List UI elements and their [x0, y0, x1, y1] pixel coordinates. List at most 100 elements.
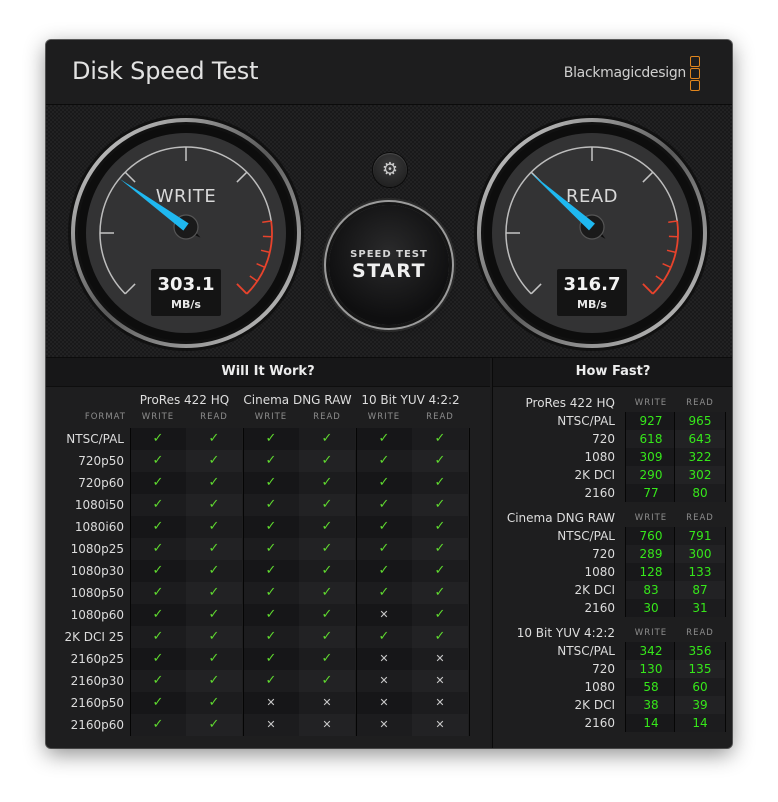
how-fast-section: Cinema DNG RAW WRITE READ NTSC/PAL 760 791 720…: [493, 509, 732, 617]
write-speed-cell: 290: [626, 466, 676, 484]
write-speed-cell: 342: [626, 642, 676, 660]
app-title: Disk Speed Test: [72, 57, 259, 85]
table-row: 1080p50 ✓ ✓ ✓ ✓ ✓ ✓: [46, 582, 490, 604]
table-row: 720p60 ✓ ✓ ✓ ✓ ✓ ✓: [46, 472, 490, 494]
write-speed-cell: 58: [626, 678, 676, 696]
read-speed-cell: 60: [675, 678, 725, 696]
checkmark-icon: ✓: [299, 450, 355, 472]
write-speed-cell: 618: [626, 430, 676, 448]
checkmark-icon: ✓: [243, 626, 299, 648]
format-label: 1080p50: [70, 586, 124, 600]
read-speed-cell: 302: [675, 466, 725, 484]
checkmark-icon: ✓: [299, 670, 355, 692]
codec-label: 10 Bit YUV 4:2:2: [516, 626, 615, 640]
table-row: 1080 58 60: [493, 678, 732, 696]
column-divider: [725, 642, 726, 732]
write-speed-cell: 128: [626, 563, 676, 581]
column-divider: [674, 527, 675, 617]
checkmark-icon: ✓: [130, 604, 186, 626]
read-speed-cell: 300: [675, 545, 725, 563]
column-header-write: WRITE: [367, 412, 401, 422]
will-it-work-panel: Will It Work? ProRes 422 HQ Cinema DNG R…: [46, 358, 490, 748]
read-speed-cell: 87: [675, 581, 725, 599]
table-row: NTSC/PAL ✓ ✓ ✓ ✓ ✓ ✓: [46, 428, 490, 450]
format-label: 2160p60: [70, 718, 124, 732]
table-row: 2160 14 14: [493, 714, 732, 732]
checkmark-icon: ✓: [130, 472, 186, 494]
start-button-caption: SPEED TEST: [350, 249, 428, 260]
settings-button[interactable]: ⚙: [373, 153, 407, 187]
checkmark-icon: ✓: [243, 648, 299, 670]
format-label: 1080p30: [70, 564, 124, 578]
how-fast-section: ProRes 422 HQ WRITE READ NTSC/PAL 927 965 720 6…: [493, 394, 732, 502]
write-speed-cell: 309: [626, 448, 676, 466]
read-speed-cell: 133: [675, 563, 725, 581]
checkmark-icon: ✓: [186, 670, 242, 692]
cross-icon: ✕: [412, 714, 468, 736]
checkmark-icon: ✓: [356, 538, 412, 560]
checkmark-icon: ✓: [356, 428, 412, 450]
checkmark-icon: ✓: [412, 604, 468, 626]
checkmark-icon: ✓: [299, 428, 355, 450]
read-speed-cell: 39: [675, 696, 725, 714]
section-header: Cinema DNG RAW WRITE READ: [493, 509, 732, 527]
write-speed-unit: MB/s: [171, 298, 201, 311]
read-speed-cell: 14: [675, 714, 725, 732]
format-label: NTSC/PAL: [557, 414, 615, 428]
checkmark-icon: ✓: [186, 472, 242, 494]
table-row: 720 130 135: [493, 660, 732, 678]
table-row: NTSC/PAL 342 356: [493, 642, 732, 660]
write-gauge-dial: [68, 115, 304, 351]
checkmark-icon: ✓: [412, 494, 468, 516]
read-speed-value: 316.7: [563, 274, 621, 295]
checkmark-icon: ✓: [299, 494, 355, 516]
format-label: 2160: [584, 601, 615, 615]
format-label: 2K DCI: [574, 698, 615, 712]
checkmark-icon: ✓: [356, 494, 412, 516]
checkmark-icon: ✓: [186, 582, 242, 604]
checkmark-icon: ✓: [299, 538, 355, 560]
cross-icon: ✕: [412, 670, 468, 692]
table-row: 2K DCI 38 39: [493, 696, 732, 714]
column-divider: [674, 412, 675, 502]
format-label: 720p60: [78, 476, 124, 490]
codec-header: Cinema DNG RAW: [243, 393, 352, 407]
checkmark-icon: ✓: [243, 516, 299, 538]
write-speed-readout: 303.1 MB/s: [151, 269, 221, 316]
checkmark-icon: ✓: [243, 582, 299, 604]
table-row: 1080 128 133: [493, 563, 732, 581]
checkmark-icon: ✓: [130, 538, 186, 560]
gauge-area: WRITE 303.1 MB/s ⚙ SPEED TEST START READ…: [46, 105, 732, 358]
column-divider: [243, 428, 244, 736]
read-speed-readout: 316.7 MB/s: [557, 269, 627, 316]
checkmark-icon: ✓: [412, 428, 468, 450]
checkmark-icon: ✓: [412, 450, 468, 472]
write-speed-cell: 83: [626, 581, 676, 599]
table-row: 1080p30 ✓ ✓ ✓ ✓ ✓ ✓: [46, 560, 490, 582]
checkmark-icon: ✓: [356, 472, 412, 494]
column-header-read: READ: [686, 398, 714, 408]
format-label: 720p50: [78, 454, 124, 468]
format-label: 2K DCI: [574, 583, 615, 597]
gear-icon: ⚙: [381, 159, 399, 180]
checkmark-icon: ✓: [299, 626, 355, 648]
table-row: 1080p60 ✓ ✓ ✓ ✓ ✕ ✓: [46, 604, 490, 626]
table-row: NTSC/PAL 927 965: [493, 412, 732, 430]
checkmark-icon: ✓: [186, 560, 242, 582]
how-fast-panel: How Fast? ProRes 422 HQ WRITE READ NTSC/PAL…: [492, 358, 732, 748]
table-row: NTSC/PAL 760 791: [493, 527, 732, 545]
table-row: 720p50 ✓ ✓ ✓ ✓ ✓ ✓: [46, 450, 490, 472]
codec-label: Cinema DNG RAW: [506, 511, 615, 525]
checkmark-icon: ✓: [130, 560, 186, 582]
column-divider: [625, 642, 626, 732]
cross-icon: ✕: [243, 714, 299, 736]
speed-test-start-button[interactable]: SPEED TEST START: [329, 205, 449, 325]
read-speed-cell: 643: [675, 430, 725, 448]
table-row: 2K DCI 83 87: [493, 581, 732, 599]
table-row: 720 289 300: [493, 545, 732, 563]
column-divider: [356, 428, 357, 736]
cross-icon: ✕: [299, 714, 355, 736]
table-row: 2160p60 ✓ ✓ ✕ ✕ ✕ ✕: [46, 714, 490, 736]
format-label: NTSC/PAL: [557, 644, 615, 658]
will-it-work-sub-headers: FORMAT WRITE READ WRITE READ WRITE READ: [46, 412, 490, 426]
